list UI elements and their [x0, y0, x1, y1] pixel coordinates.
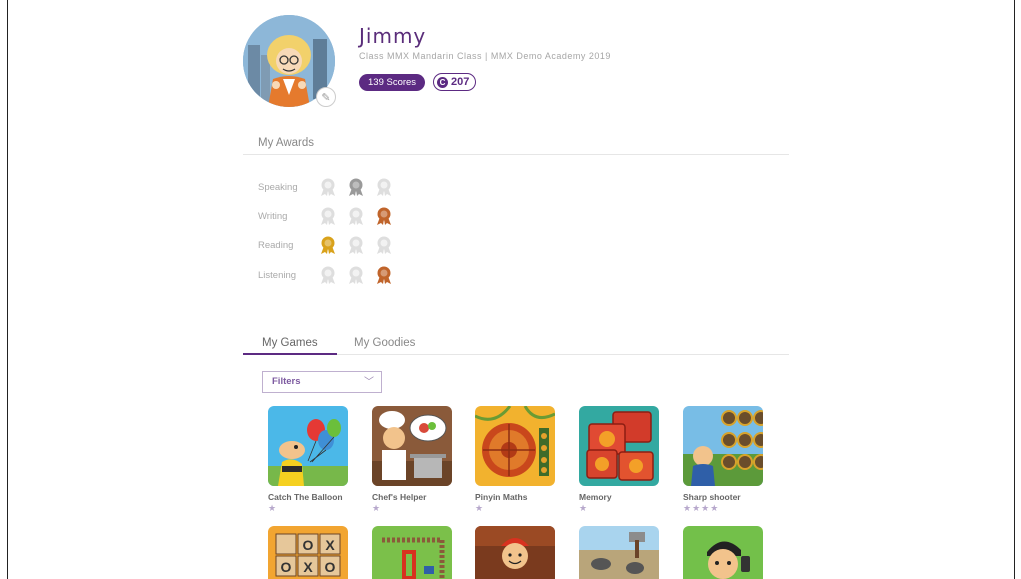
game-card[interactable] — [372, 526, 454, 579]
pencil-icon: ✎ — [321, 91, 331, 104]
edit-avatar-button[interactable]: ✎ — [316, 87, 336, 107]
game-stars: ★ — [372, 503, 382, 513]
class-info: Class MMX Mandarin Class | MMX Demo Acad… — [359, 51, 611, 61]
game-card[interactable]: Catch The Balloon ★ — [268, 406, 350, 514]
tic-tac-toe-thumbnail[interactable]: O X O X O — [268, 526, 348, 579]
svg-text:X: X — [303, 559, 313, 575]
award-category-label: Speaking — [258, 181, 298, 193]
award-row: Writing — [258, 206, 394, 226]
memory-thumbnail[interactable] — [579, 406, 659, 486]
award-ribbon-icon — [321, 266, 335, 284]
sharp-shooter-thumbnail[interactable] — [683, 406, 763, 486]
boy-character-thumbnail[interactable] — [475, 526, 555, 579]
game-stars: ★ — [268, 503, 278, 513]
award-ribbon-icon — [349, 178, 363, 196]
game-card[interactable] — [683, 526, 765, 579]
award-ribbon-icon — [377, 207, 391, 225]
scores-badge: 139 Scores — [359, 74, 426, 91]
award-category-label: Writing — [258, 210, 288, 222]
award-medals — [318, 265, 394, 285]
tab-my-goodies[interactable]: My Goodies — [354, 337, 415, 349]
game-stars: ★ — [579, 503, 589, 513]
award-category-label: Reading — [258, 239, 294, 251]
boy-phone-thumbnail[interactable] — [683, 526, 763, 579]
award-row: Listening — [258, 265, 394, 285]
game-stars: ★★★★ — [683, 503, 720, 513]
award-medals — [318, 177, 394, 197]
train-game-thumbnail[interactable] — [372, 526, 452, 579]
awards-title: My Awards — [258, 137, 315, 149]
game-title: Sharp shooter — [683, 492, 741, 502]
chefs-helper-thumbnail[interactable] — [372, 406, 452, 486]
game-card[interactable]: Chef's Helper ★ — [372, 406, 454, 514]
award-ribbon-icon — [377, 178, 391, 196]
award-ribbon-icon — [321, 207, 335, 225]
award-ribbon-icon — [321, 178, 335, 196]
user-name: Jimmy — [359, 24, 427, 48]
game-card[interactable]: Sharp shooter ★★★★ — [683, 406, 765, 514]
filters-dropdown[interactable]: Filters ﹀ — [262, 371, 382, 393]
game-title: Memory — [579, 492, 612, 502]
svg-text:X: X — [325, 537, 335, 553]
game-card[interactable] — [475, 526, 557, 579]
coins-badge: C 207 — [433, 73, 477, 91]
tab-my-games[interactable]: My Games — [262, 337, 318, 349]
game-stars: ★ — [475, 503, 485, 513]
pinyin-maths-thumbnail[interactable] — [475, 406, 555, 486]
catch-balloon-thumbnail[interactable] — [268, 406, 348, 486]
game-card[interactable]: Pinyin Maths ★ — [475, 406, 557, 514]
svg-text:O: O — [303, 537, 314, 553]
game-card[interactable] — [579, 526, 661, 579]
award-ribbon-icon — [349, 207, 363, 225]
award-ribbon-icon — [349, 266, 363, 284]
award-ribbon-icon — [377, 266, 391, 284]
svg-text:O: O — [281, 559, 292, 575]
coins-value: 207 — [451, 75, 470, 88]
award-ribbon-icon — [377, 236, 391, 254]
active-tab-indicator — [243, 353, 337, 355]
svg-text:O: O — [325, 559, 336, 575]
filters-label: Filters — [272, 376, 301, 387]
coin-icon: C — [437, 76, 448, 88]
award-medals — [318, 206, 394, 226]
award-row: Speaking — [258, 177, 394, 197]
chevron-down-icon: ﹀ — [364, 377, 374, 388]
award-ribbon-icon — [349, 236, 363, 254]
game-title: Chef's Helper — [372, 492, 427, 502]
award-ribbon-icon — [321, 236, 335, 254]
game-card[interactable]: Memory ★ — [579, 406, 661, 514]
game-title: Catch The Balloon — [268, 492, 343, 502]
award-row: Reading — [258, 235, 394, 255]
award-category-label: Listening — [258, 269, 297, 281]
award-medals — [318, 235, 394, 255]
game-title: Pinyin Maths — [475, 492, 528, 502]
game-card[interactable]: O X O X O — [268, 526, 350, 579]
whack-mole-thumbnail[interactable] — [579, 526, 659, 579]
awards-divider — [243, 154, 789, 155]
